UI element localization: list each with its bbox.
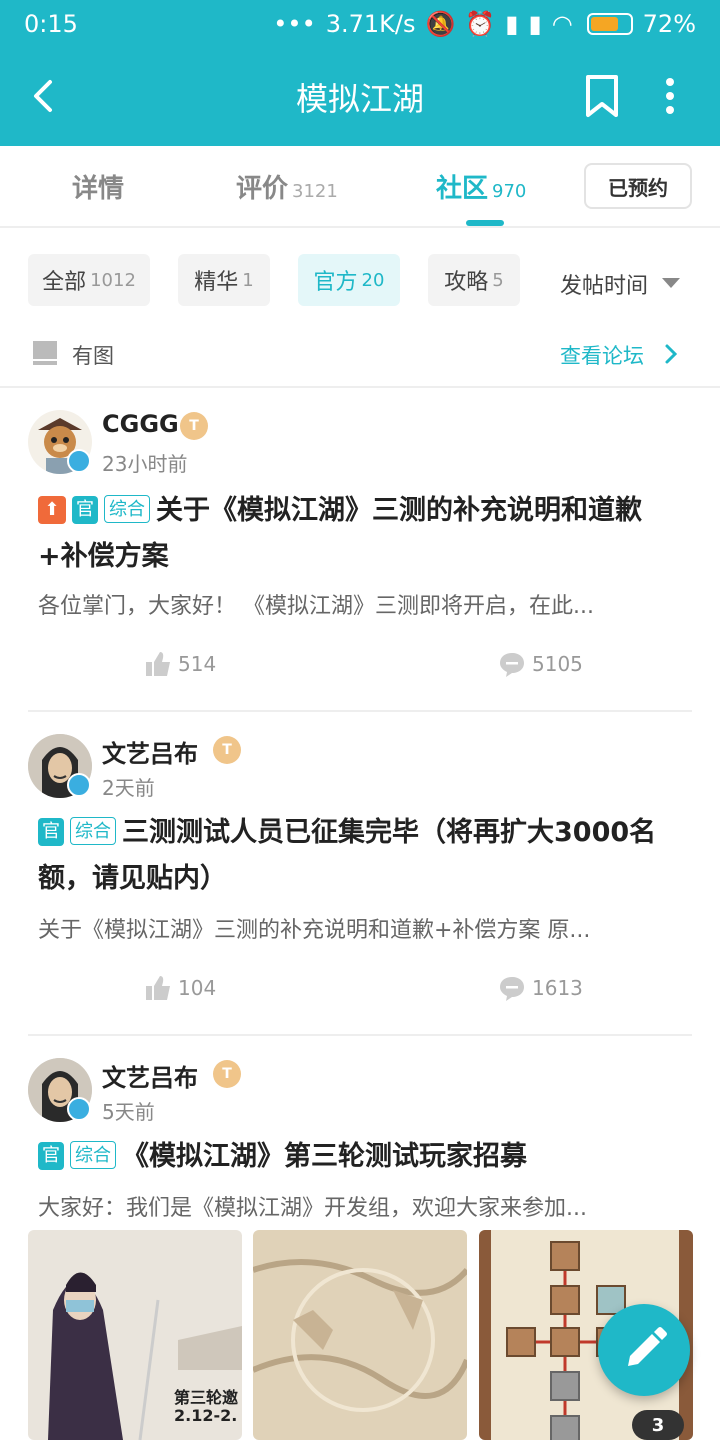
tab-indicator (466, 220, 504, 226)
image-gallery: 第三轮邀 2.12-2. (28, 1230, 693, 1440)
tab-bar: 详情 评价 3121 社区 970 已预约 (0, 146, 720, 228)
divider (28, 710, 692, 712)
compose-button[interactable] (598, 1304, 690, 1396)
post-time: 5天前 (102, 1100, 155, 1124)
username[interactable]: CGGG (102, 410, 179, 438)
like-count: 104 (178, 976, 217, 1000)
filter-guides[interactable]: 攻略 5 (428, 254, 520, 306)
divider (28, 1034, 692, 1036)
thumbs-up-icon (146, 976, 170, 1000)
image-count-badge: 3 (632, 1410, 684, 1440)
battery-percent: 72% (642, 10, 696, 38)
tab-community[interactable]: 社区 970 (436, 168, 526, 205)
signal-icon: ▮ (505, 10, 519, 38)
image-toggle-icon[interactable] (32, 340, 58, 366)
bookmark-icon[interactable] (582, 74, 622, 118)
official-badge: 官 (72, 496, 98, 524)
post-title-text: 三测测试人员已征集完毕（将再扩大3000名额，请见贴内） (38, 817, 657, 894)
username[interactable]: 文艺吕布 (102, 734, 198, 769)
like-button[interactable]: 514 (144, 650, 216, 678)
filter-official[interactable]: 官方 20 (298, 254, 400, 306)
chip-count: 20 (361, 269, 385, 291)
post-time: 23小时前 (102, 452, 188, 476)
category-badge: 综合 (70, 817, 116, 845)
thumbs-up-icon (146, 652, 170, 676)
status-bar: 0:15 ••• 3.71K/s 🔕 ⏰ ▮ ▮ ◠ 72% (0, 0, 720, 48)
filter-featured[interactable]: 精华 1 (178, 254, 270, 306)
official-badge: 官 (38, 818, 64, 846)
sort-dropdown[interactable]: 发帖时间 (560, 268, 648, 300)
category-badge: 综合 (104, 495, 150, 523)
post-image[interactable]: 第三轮邀 2.12-2. (28, 1230, 242, 1440)
comment-icon (500, 653, 524, 677)
chip-count: 1 (242, 269, 254, 291)
post-image[interactable] (253, 1230, 467, 1440)
official-badge: 官 (38, 1142, 64, 1170)
tab-count: 970 (492, 181, 527, 202)
pencil-icon (628, 1327, 667, 1366)
post-title[interactable]: 官综合 三测测试人员已征集完毕（将再扩大3000名额，请见贴内） (38, 810, 678, 902)
level-badge: T (213, 1060, 241, 1088)
tab-details[interactable]: 详情 (72, 168, 124, 205)
map-image-icon (253, 1259, 467, 1412)
level-badge: T (213, 736, 241, 764)
chip-count: 1012 (90, 269, 136, 291)
comment-icon (500, 977, 524, 1001)
username[interactable]: 文艺吕布 (102, 1058, 198, 1093)
post-excerpt: 关于《模拟江湖》三测的补充说明和道歉+补偿方案 原... (38, 918, 591, 943)
post-excerpt: 各位掌门，大家好！ 《模拟江湖》三测即将开启，在此... (38, 594, 594, 619)
tab-label: 评价 (236, 174, 289, 204)
tab-count: 3121 (292, 181, 338, 202)
has-image-label[interactable]: 有图 (72, 340, 114, 370)
wifi-icon: ◠ (551, 10, 573, 38)
post-title-text: 《模拟江湖》第三轮测试玩家招募 (122, 1141, 527, 1172)
chip-label: 官方 (313, 270, 358, 295)
tab-label: 详情 (72, 174, 125, 204)
comment-button[interactable]: 5105 (498, 650, 583, 678)
chip-label: 攻略 (444, 270, 489, 295)
tab-label: 社区 (436, 174, 489, 204)
post-title[interactable]: ⬆ 官综合 关于《模拟江湖》三测的补充说明和道歉+补偿方案 (38, 488, 678, 580)
comment-button[interactable]: 1613 (498, 974, 583, 1002)
network-speed: 3.71K/s (325, 10, 416, 38)
filter-bar: 全部 1012 精华 1 官方 20 攻略 5 发帖时间 (0, 254, 720, 308)
post-excerpt: 大家好：我们是《模拟江湖》开发组，欢迎大家来参加... (38, 1196, 587, 1221)
filter-all[interactable]: 全部 1012 (28, 254, 150, 306)
chip-count: 5 (492, 269, 504, 291)
verified-icon (67, 1097, 91, 1121)
chip-label: 精华 (194, 270, 239, 295)
tab-reviews[interactable]: 评价 3121 (236, 168, 338, 205)
verified-icon (67, 773, 91, 797)
dropdown-arrow-icon[interactable] (662, 278, 680, 288)
image-date: 2.12-2. (174, 1406, 238, 1425)
signal-icon-2: ▮ (528, 10, 542, 38)
app-bar: 模拟江湖 (0, 48, 720, 146)
chip-label: 全部 (42, 270, 87, 295)
sub-bar: 有图 查看论坛 (0, 330, 720, 388)
view-forum-link[interactable]: 查看论坛 (560, 340, 644, 370)
like-button[interactable]: 104 (144, 974, 216, 1002)
more-dots-icon: ••• (273, 10, 316, 38)
reserved-button[interactable]: 已预约 (584, 163, 692, 209)
battery-icon (586, 13, 633, 35)
chevron-right-icon[interactable] (664, 343, 678, 365)
comment-count: 1613 (532, 976, 583, 1000)
image-caption: 第三轮邀 (174, 1388, 239, 1407)
post-time: 2天前 (102, 776, 155, 800)
status-time: 0:15 (24, 10, 78, 38)
bell-muted-icon: 🔕 (425, 10, 456, 38)
pinned-icon: ⬆ (38, 496, 66, 524)
category-badge: 综合 (70, 1141, 116, 1169)
verified-icon (67, 449, 91, 473)
post-title[interactable]: 官综合 《模拟江湖》第三轮测试玩家招募 (38, 1134, 678, 1180)
like-count: 514 (178, 652, 217, 676)
comment-count: 5105 (532, 652, 583, 676)
more-vertical-icon[interactable] (656, 74, 684, 118)
alarm-icon: ⏰ (465, 10, 496, 38)
level-badge: T (180, 412, 208, 440)
